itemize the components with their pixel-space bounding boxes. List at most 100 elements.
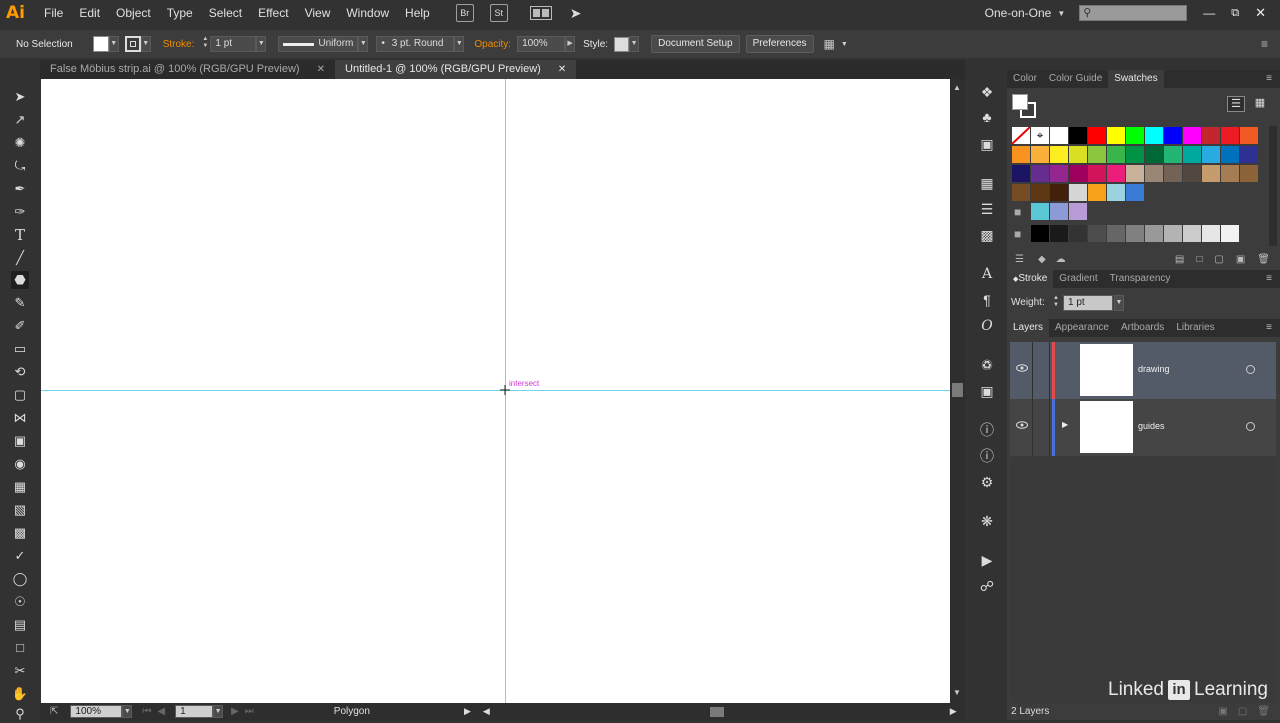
blend-tool-icon[interactable]: ◯ (11, 570, 29, 588)
tab-transparency[interactable]: Transparency (1104, 270, 1177, 288)
color-swatch[interactable] (1221, 225, 1239, 242)
panel-menu-icon[interactable]: ≡ (1261, 37, 1268, 51)
type-tool-icon[interactable]: T (11, 226, 29, 244)
shaper-tool-icon[interactable]: ✐ (11, 317, 29, 335)
scroll-right-icon[interactable]: ▶ (950, 706, 957, 717)
artboard-canvas[interactable]: intersect (41, 79, 950, 703)
gradient-swatch[interactable] (1088, 184, 1106, 201)
zoom-field[interactable]: 100% (70, 705, 123, 718)
graphic-styles-icon[interactable]: ▣ (978, 135, 996, 153)
color-swatch[interactable] (1240, 165, 1258, 182)
pattern-swatch[interactable] (1126, 184, 1144, 201)
slice-tool-icon[interactable]: ✂ (11, 662, 29, 680)
color-swatch[interactable] (1012, 146, 1030, 163)
color-swatch[interactable] (1050, 127, 1068, 144)
links-icon[interactable]: ▣ (978, 382, 996, 400)
menu-window[interactable]: Window (346, 6, 389, 20)
color-swatch[interactable] (1069, 203, 1087, 220)
menu-edit[interactable]: Edit (79, 6, 100, 20)
color-swatch[interactable] (1164, 146, 1182, 163)
color-swatch[interactable] (1107, 146, 1125, 163)
color-swatch[interactable] (1126, 146, 1144, 163)
color-swatch[interactable] (1050, 203, 1068, 220)
color-swatch[interactable] (1088, 146, 1106, 163)
menu-type[interactable]: Type (167, 6, 193, 20)
rotate-tool-icon[interactable]: ⟲ (11, 363, 29, 381)
color-swatch[interactable] (1145, 127, 1163, 144)
opacity-slider-toggle[interactable]: ▶ (565, 36, 576, 52)
chevron-down-icon[interactable]: ▼ (1057, 9, 1065, 18)
close-icon[interactable]: ✕ (1255, 5, 1266, 21)
lasso-tool-icon[interactable]: ⤿ (11, 157, 29, 175)
brush-definition[interactable]: • 3 pt. Round (376, 36, 455, 52)
color-swatch[interactable] (1202, 165, 1220, 182)
tab-appearance[interactable]: Appearance (1049, 319, 1115, 337)
color-swatch[interactable] (1164, 127, 1182, 144)
scroll-thumb[interactable] (709, 706, 724, 717)
menu-effect[interactable]: Effect (258, 6, 288, 20)
color-swatch[interactable] (1126, 225, 1144, 242)
swatch-grid-scrollbar[interactable] (1269, 126, 1277, 246)
color-swatch[interactable] (1088, 225, 1106, 242)
color-swatch[interactable] (1050, 225, 1068, 242)
stock-icon[interactable]: St (489, 4, 508, 22)
close-icon[interactable]: ✕ (558, 64, 566, 75)
vertical-scrollbar[interactable]: ▲ ▼ (950, 79, 965, 703)
horizontal-guide[interactable] (41, 390, 950, 391)
new-folder-icon[interactable]: ▢ (1214, 254, 1223, 265)
stroke-swatch[interactable] (124, 36, 141, 52)
color-swatch[interactable] (1202, 225, 1220, 242)
stroke-stepper[interactable]: ▲ ▼ (200, 36, 210, 52)
color-swatch[interactable] (1031, 146, 1049, 163)
tab-false-mobius[interactable]: False Möbius strip.ai @ 100% (RGB/GPU Pr… (40, 60, 336, 79)
style-dropdown[interactable]: ▼ (629, 36, 640, 52)
color-swatch[interactable] (1240, 146, 1258, 163)
direct-selection-tool-icon[interactable]: ↗ (11, 111, 29, 129)
color-swatch[interactable] (1031, 225, 1049, 242)
pattern-swatch[interactable] (1107, 184, 1125, 201)
arrange-documents-icon[interactable] (529, 6, 552, 20)
perspective-grid-tool-icon[interactable]: ▦ (11, 478, 29, 496)
free-transform-tool-icon[interactable]: ▣ (11, 432, 29, 450)
color-swatch[interactable] (1164, 225, 1182, 242)
layer-name[interactable]: guides (1138, 421, 1165, 431)
color-swatch[interactable] (1050, 165, 1068, 182)
color-swatch[interactable] (1107, 127, 1125, 144)
color-swatch[interactable] (1164, 165, 1182, 182)
stroke-weight-field[interactable]: 1 pt (210, 36, 257, 52)
eyedropper-tool-icon[interactable]: ✓ (11, 547, 29, 565)
weight-stepper[interactable]: ▲ ▼ (1053, 295, 1061, 309)
scale-tool-icon[interactable]: ▢ (11, 386, 29, 404)
fill-swatch[interactable] (92, 36, 109, 52)
color-swatch[interactable] (1107, 165, 1125, 182)
actions-play-icon[interactable]: ▶ (978, 551, 996, 569)
target-icon[interactable] (1246, 422, 1255, 431)
first-artboard-icon[interactable]: ⏮ (142, 706, 151, 717)
color-swatch[interactable] (1145, 225, 1163, 242)
preferences-button[interactable]: Preferences (745, 35, 814, 53)
color-swatch[interactable] (1050, 146, 1068, 163)
tab-untitled-1[interactable]: Untitled-1 @ 100% (RGB/GPU Preview) ✕ (335, 60, 577, 79)
weight-dropdown[interactable]: ▼ (1114, 295, 1124, 311)
fill-dropdown[interactable]: ▼ (108, 36, 119, 52)
visibility-eye-icon[interactable] (1016, 364, 1028, 372)
tab-libraries[interactable]: Libraries (1170, 319, 1220, 337)
opacity-field[interactable]: 100% (517, 36, 566, 52)
panel-menu-icon[interactable]: ≡ (1266, 270, 1272, 288)
make-clipping-mask-icon[interactable]: ▣ (1218, 706, 1227, 717)
color-swatch[interactable] (1031, 165, 1049, 182)
document-info-icon[interactable]: ⓘ (978, 447, 996, 465)
weight-field[interactable]: 1 pt (1063, 295, 1113, 311)
link-chain-icon[interactable]: ☍ (978, 577, 996, 595)
color-swatch[interactable] (1069, 146, 1087, 163)
lock-toggle[interactable] (1032, 399, 1050, 456)
arrange-icon[interactable]: ▦ (824, 37, 835, 51)
color-swatch[interactable] (1145, 165, 1163, 182)
zoom-dropdown[interactable]: ▼ (122, 705, 133, 718)
brush-dropdown[interactable]: ▼ (454, 36, 465, 52)
curvature-tool-icon[interactable]: ✑ (11, 203, 29, 221)
chevron-down-icon[interactable]: ▼ (841, 41, 848, 48)
tab-gradient[interactable]: Gradient (1053, 270, 1103, 288)
menu-view[interactable]: View (305, 6, 331, 20)
color-swatch[interactable] (1221, 165, 1239, 182)
